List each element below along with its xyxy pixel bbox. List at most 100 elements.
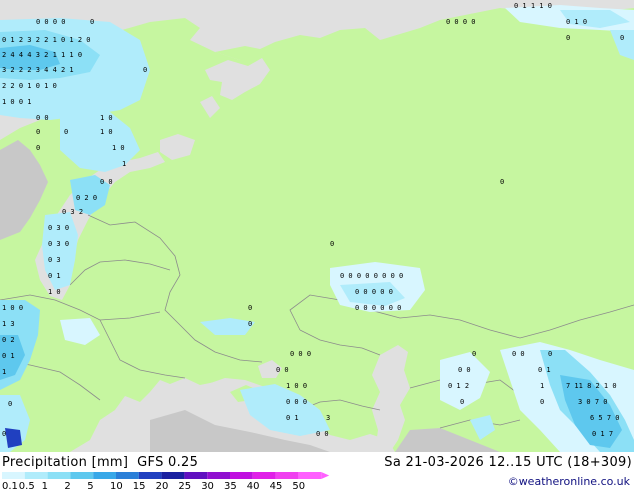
svg-text:0 3 0: 0 3 0	[48, 224, 69, 232]
scale-tick-label: 25	[178, 481, 192, 492]
svg-text:0: 0	[64, 128, 68, 136]
svg-text:0: 0	[330, 240, 334, 248]
scale-tick-label: 1	[41, 481, 48, 492]
svg-text:0 0 0 0 0 0 0 0: 0 0 0 0 0 0 0 0	[340, 272, 403, 280]
svg-text:1 0: 1 0	[100, 114, 113, 122]
svg-text:1 0 0: 1 0 0	[2, 304, 23, 312]
scale-swatch	[275, 472, 299, 479]
scale-swatch	[116, 472, 139, 479]
svg-text:0 0 0 0 0: 0 0 0 0 0	[355, 288, 393, 296]
svg-text:1 0 0: 1 0 0	[286, 382, 307, 390]
svg-text:0: 0	[620, 34, 624, 42]
scale-swatch	[207, 472, 230, 479]
scale-tick-label: 40	[246, 481, 260, 492]
svg-text:1 0: 1 0	[100, 128, 113, 136]
scale-tick-label: 50	[292, 481, 306, 492]
svg-text:0 0: 0 0	[100, 178, 113, 186]
svg-text:0: 0	[548, 350, 552, 358]
scale-swatch	[230, 472, 253, 479]
precipitation-map[interactable]: 0 0 0 0 0 0 1 2 3 2 2 1 0 1 2 0 2 4 4 4 …	[0, 0, 634, 452]
legend-variable: Precipitation [mm]	[2, 455, 129, 470]
svg-text:0 0 0 0: 0 0 0 0	[36, 18, 66, 26]
svg-text:0: 0	[460, 398, 464, 406]
svg-text:7 11 8 2 1 0: 7 11 8 2 1 0	[566, 382, 617, 390]
svg-text:0: 0	[500, 178, 504, 186]
svg-text:0: 0	[143, 66, 147, 74]
svg-text:0: 0	[8, 400, 12, 408]
svg-text:0: 0	[472, 350, 476, 358]
svg-text:6 5 7 0: 6 5 7 0	[590, 414, 620, 422]
svg-text:0 2: 0 2	[2, 336, 15, 344]
scale-tick-label: 10	[110, 481, 123, 492]
svg-text:0 1: 0 1	[2, 352, 15, 360]
map-canvas: 0 0 0 0 0 0 1 2 3 2 2 1 0 1 2 0 2 4 4 4 …	[0, 0, 634, 452]
svg-text:0 0: 0 0	[36, 114, 49, 122]
svg-text:0 3: 0 3	[48, 256, 61, 264]
svg-text:0 1: 0 1	[538, 366, 551, 374]
svg-text:0 0: 0 0	[316, 430, 329, 438]
svg-text:0 1 7: 0 1 7	[592, 430, 613, 438]
svg-text:0 1 2 3 2 2 1 0 1 2 0: 0 1 2 3 2 2 1 0 1 2 0	[2, 36, 91, 44]
svg-text:0: 0	[36, 128, 40, 136]
svg-text:2 4 4 4 3 2 1 1 1 0: 2 4 4 4 3 2 1 1 1 0	[2, 51, 82, 59]
svg-text:0 1 0: 0 1 0	[566, 18, 587, 26]
scale-swatch	[138, 472, 162, 479]
legend-title: Precipitation [mm] GFS 0.25	[2, 455, 198, 470]
svg-text:0: 0	[90, 18, 94, 26]
svg-text:2 2 0 1 0 1 0: 2 2 0 1 0 1 0	[2, 82, 57, 90]
color-scale	[2, 472, 330, 479]
svg-text:0 0: 0 0	[458, 366, 471, 374]
svg-text:0: 0	[540, 398, 544, 406]
scale-tick-label: 0.1	[2, 481, 18, 492]
svg-text:0: 0	[36, 144, 40, 152]
svg-text:3 2 2 2 3 4 4 2 1: 3 2 2 2 3 4 4 2 1	[2, 66, 74, 74]
svg-text:0 0: 0 0	[276, 366, 289, 374]
svg-text:1 0: 1 0	[112, 144, 125, 152]
svg-text:0 3 2: 0 3 2	[62, 208, 83, 216]
scale-swatch	[184, 472, 208, 479]
credit-link[interactable]: ©weatheronline.co.uk	[508, 475, 630, 488]
svg-text:0 0: 0 0	[512, 350, 525, 358]
svg-text:0 2 0: 0 2 0	[76, 194, 97, 202]
svg-text:0: 0	[248, 320, 252, 328]
scale-arrow	[321, 472, 330, 479]
scale-swatch	[70, 472, 94, 479]
svg-text:0 0 0: 0 0 0	[286, 398, 307, 406]
map-footer: Precipitation [mm] GFS 0.25 Sa 21-03-202…	[0, 452, 634, 492]
scale-swatch	[298, 472, 322, 479]
scale-tick-label: 0.5	[18, 481, 35, 492]
svg-text:1: 1	[540, 382, 544, 390]
scale-tick-label: 45	[269, 481, 283, 492]
svg-text:1: 1	[122, 160, 126, 168]
svg-text:0 1: 0 1	[286, 414, 299, 422]
svg-text:0 1 1 1 0: 0 1 1 1 0	[514, 2, 552, 10]
scale-swatch	[24, 472, 48, 479]
svg-text:0: 0	[248, 304, 252, 312]
scale-tick-label: 5	[87, 481, 94, 492]
scale-swatch	[2, 472, 25, 479]
svg-text:0: 0	[2, 430, 6, 438]
svg-text:1 0 0 1: 1 0 0 1	[2, 98, 32, 106]
scale-swatch	[93, 472, 116, 479]
forecast-date: Sa 21-03-2026 12..15 UTC (18+309)	[384, 455, 632, 470]
svg-text:3: 3	[326, 414, 330, 422]
svg-text:1 3: 1 3	[2, 320, 15, 328]
scale-tick-label: 20	[155, 481, 169, 492]
scale-swatch	[161, 472, 185, 479]
svg-text:0 1 2: 0 1 2	[448, 382, 469, 390]
svg-text:0: 0	[566, 34, 570, 42]
svg-text:3 0 7 0: 3 0 7 0	[578, 398, 608, 406]
svg-text:0 3 0: 0 3 0	[48, 240, 69, 248]
scale-tick-label: 15	[132, 481, 146, 492]
legend-model: GFS 0.25	[137, 455, 199, 470]
svg-text:1: 1	[2, 368, 6, 376]
svg-text:1 0: 1 0	[48, 288, 61, 296]
svg-text:0 1: 0 1	[48, 272, 61, 280]
scale-tick-label: 30	[201, 481, 214, 492]
svg-text:0 0 0 0 0 0: 0 0 0 0 0 0	[355, 304, 401, 312]
scale-tick-label: 2	[64, 481, 71, 492]
svg-text:0 0 0 0: 0 0 0 0	[446, 18, 476, 26]
scale-tick-label: 35	[224, 481, 237, 492]
scale-swatch	[252, 472, 276, 479]
svg-text:0 0 0: 0 0 0	[290, 350, 311, 358]
